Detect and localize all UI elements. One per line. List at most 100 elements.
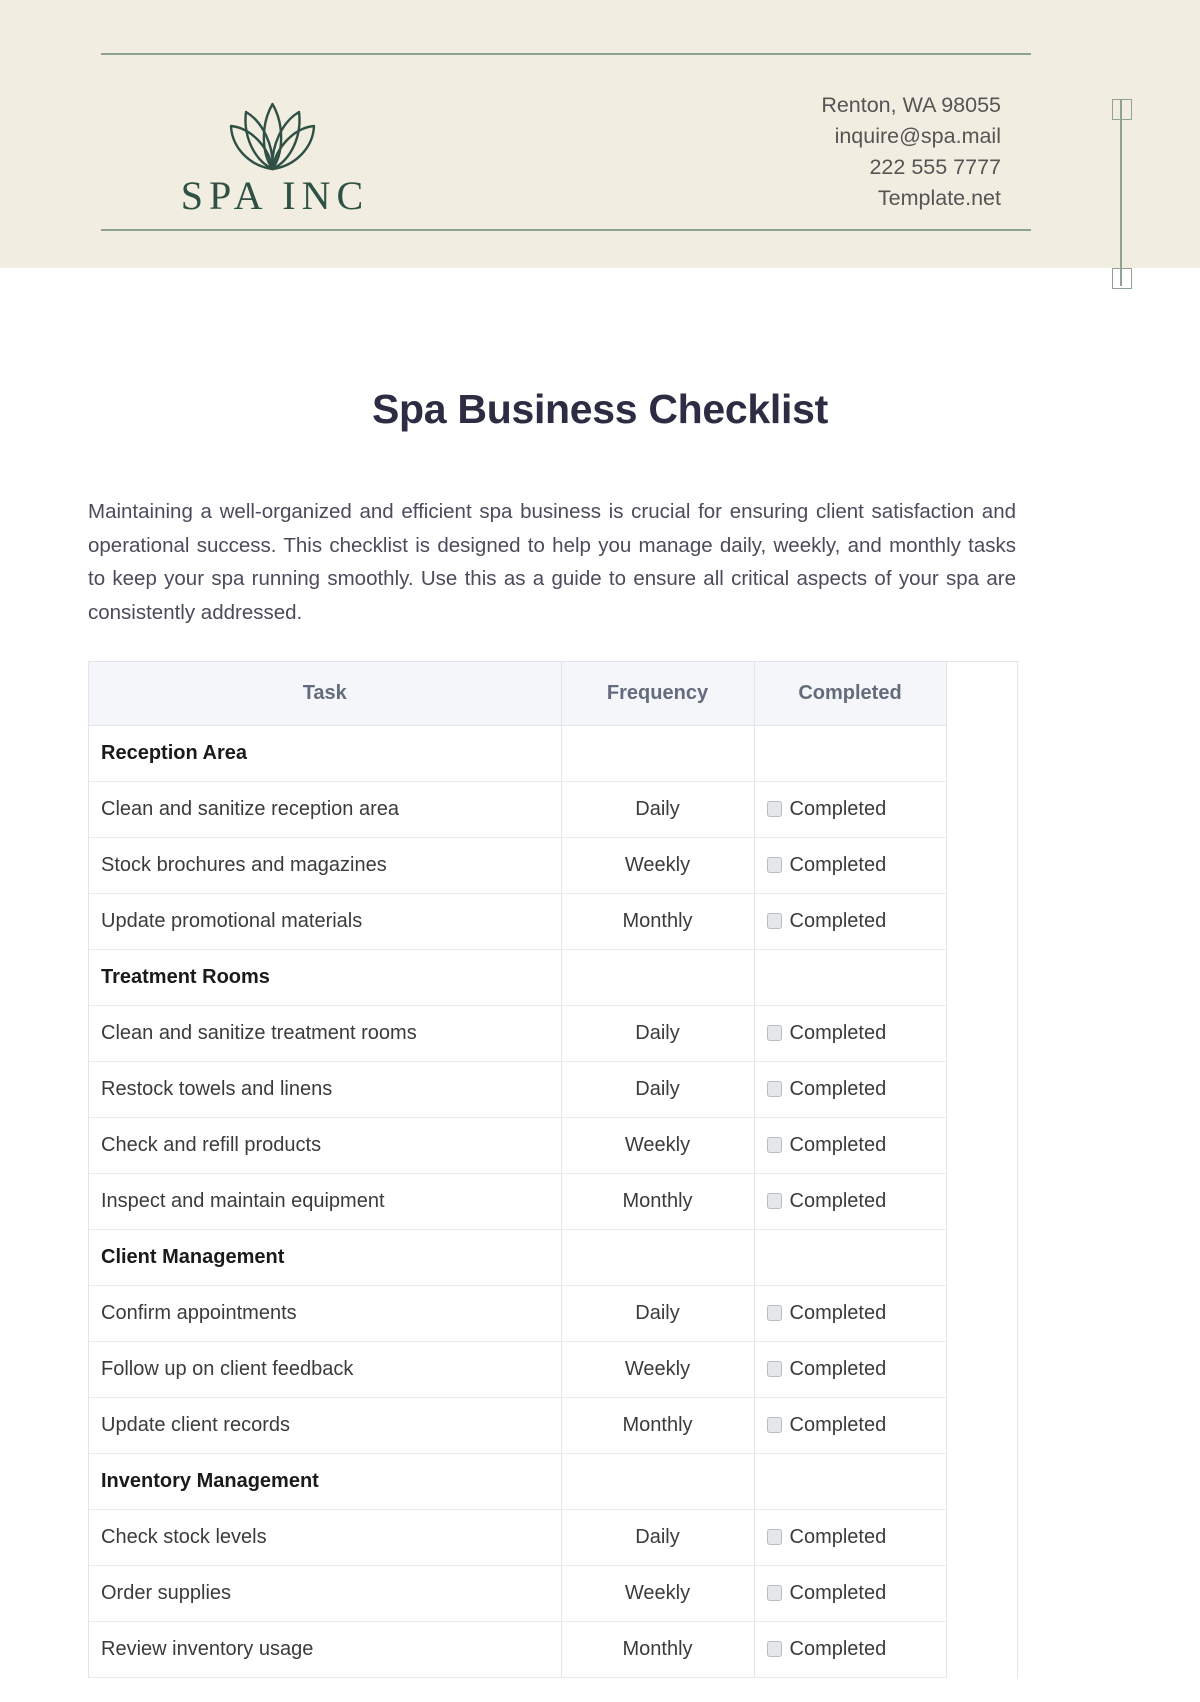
row-spacer-cell xyxy=(946,837,1017,894)
letterhead-frame: SPA INC Renton, WA 98055 inquire@spa.mai… xyxy=(101,53,1132,289)
row-spacer-cell xyxy=(946,1229,1017,1286)
column-header-task: Task xyxy=(89,662,562,726)
checkbox-icon[interactable] xyxy=(766,1081,782,1097)
company-name: SPA INC xyxy=(180,173,370,218)
column-header-spacer xyxy=(946,662,1017,726)
task-frequency: Daily xyxy=(561,781,755,838)
checkbox-icon[interactable] xyxy=(766,1193,782,1209)
intro-paragraph: Maintaining a well-organized and efficie… xyxy=(88,500,1016,624)
task-frequency xyxy=(561,725,755,782)
table-row: Follow up on client feedback Weekly Comple… xyxy=(89,1341,1017,1398)
task-name: Follow up on client feedback xyxy=(89,1341,562,1398)
row-spacer-cell xyxy=(946,1621,1017,1678)
section-title: Reception Area xyxy=(89,725,562,782)
completed-cell: Completed xyxy=(754,1117,947,1174)
table-row: Update client records Monthly Completed xyxy=(89,1397,1017,1454)
completed-label: Completed xyxy=(789,1302,887,1324)
company-logo: SPA INC xyxy=(127,86,417,216)
completed-label: Completed xyxy=(789,1414,887,1436)
section-header-row: Client Management xyxy=(89,1229,1017,1286)
section-header-row: Inventory Management xyxy=(89,1453,1017,1510)
completed-cell xyxy=(754,1453,947,1510)
section-title: Client Management xyxy=(89,1229,562,1286)
letterhead-top-rule xyxy=(101,53,1031,55)
task-frequency xyxy=(561,949,755,1006)
checkbox-icon[interactable] xyxy=(766,1417,782,1433)
task-frequency: Weekly xyxy=(561,837,755,894)
checkbox-icon[interactable] xyxy=(766,1305,782,1321)
completed-cell: Completed xyxy=(754,1061,947,1118)
completed-label: Completed xyxy=(789,1022,887,1044)
completed-cell: Completed xyxy=(754,1005,947,1062)
row-spacer-cell xyxy=(946,725,1017,782)
contact-phone[interactable]: 222 555 7777 xyxy=(571,152,1001,183)
table-row: Stock brochures and magazines Weekly Compl… xyxy=(89,837,1017,894)
table-row: Clean and sanitize treatment rooms Daily C… xyxy=(89,1005,1017,1062)
row-spacer-cell xyxy=(946,1117,1017,1174)
checkbox-icon[interactable] xyxy=(766,1025,782,1041)
completed-label: Completed xyxy=(789,798,887,820)
task-name: Check stock levels xyxy=(89,1509,562,1566)
task-frequency: Monthly xyxy=(561,1621,755,1678)
row-spacer-cell xyxy=(946,1397,1017,1454)
row-spacer-cell xyxy=(946,1005,1017,1062)
completed-label: Completed xyxy=(789,1190,887,1212)
task-frequency xyxy=(561,1453,755,1510)
completed-cell xyxy=(754,1229,947,1286)
task-frequency: Weekly xyxy=(561,1341,755,1398)
task-frequency xyxy=(561,1229,755,1286)
checklist-table: Task Frequency Completed Reception Area C… xyxy=(89,662,1017,1678)
completed-label: Completed xyxy=(789,1358,887,1380)
table-row: Update promotional materials Monthly Compl… xyxy=(89,893,1017,950)
row-spacer-cell xyxy=(946,1509,1017,1566)
checkbox-icon[interactable] xyxy=(766,1361,782,1377)
table-row: Inspect and maintain equipment Monthly Com… xyxy=(89,1173,1017,1230)
column-header-frequency: Frequency xyxy=(561,662,755,726)
letterhead-right-rule xyxy=(1120,100,1122,286)
letterhead-corner-square-top xyxy=(1112,99,1132,120)
checkbox-icon[interactable] xyxy=(766,1641,782,1657)
row-spacer-cell xyxy=(946,1565,1017,1622)
table-header: Task Frequency Completed xyxy=(89,662,1017,726)
section-title: Inventory Management xyxy=(89,1453,562,1510)
completed-cell xyxy=(754,725,947,782)
completed-label: Completed xyxy=(789,1134,887,1156)
completed-cell: Completed xyxy=(754,1397,947,1454)
checkbox-icon[interactable] xyxy=(766,913,782,929)
task-frequency: Daily xyxy=(561,1509,755,1566)
checkbox-icon[interactable] xyxy=(766,1529,782,1545)
table-body: Reception Area Clean and sanitize recepti… xyxy=(89,725,1017,1678)
task-frequency: Monthly xyxy=(561,1173,755,1230)
contact-address: Renton, WA 98055 xyxy=(821,93,1001,117)
checkbox-icon[interactable] xyxy=(766,801,782,817)
task-name: Order supplies xyxy=(89,1565,562,1622)
checkbox-icon[interactable] xyxy=(766,857,782,873)
table-row: Order supplies Weekly Completed xyxy=(89,1565,1017,1622)
column-header-completed: Completed xyxy=(754,662,947,726)
lotus-flower-icon xyxy=(229,102,315,171)
document-body: Spa Business Checklist Maintaining a wel… xyxy=(0,386,1200,1678)
completed-label: Completed xyxy=(789,1582,887,1604)
row-spacer-cell xyxy=(946,1453,1017,1510)
letterhead-banner: SPA INC Renton, WA 98055 inquire@spa.mai… xyxy=(0,0,1200,289)
section-title: Treatment Rooms xyxy=(89,949,562,1006)
row-spacer-cell xyxy=(946,1061,1017,1118)
task-frequency: Daily xyxy=(561,1285,755,1342)
letterhead-bottom-rule xyxy=(101,229,1031,231)
task-name: Review inventory usage xyxy=(89,1621,562,1678)
section-header-row: Reception Area xyxy=(89,725,1017,782)
completed-label: Completed xyxy=(789,1078,887,1100)
task-name: Check and refill products xyxy=(89,1117,562,1174)
completed-cell: Completed xyxy=(754,837,947,894)
contact-website[interactable]: Template.net xyxy=(571,183,1001,214)
contact-email[interactable]: inquire@spa.mail xyxy=(571,121,1001,152)
task-frequency: Daily xyxy=(561,1061,755,1118)
checkbox-icon[interactable] xyxy=(766,1137,782,1153)
table-row: Check stock levels Daily Completed xyxy=(89,1509,1017,1566)
checkbox-icon[interactable] xyxy=(766,1585,782,1601)
task-name: Inspect and maintain equipment xyxy=(89,1173,562,1230)
page-title: Spa Business Checklist xyxy=(372,386,828,432)
completed-cell: Completed xyxy=(754,1509,947,1566)
task-name: Confirm appointments xyxy=(89,1285,562,1342)
completed-cell: Completed xyxy=(754,781,947,838)
